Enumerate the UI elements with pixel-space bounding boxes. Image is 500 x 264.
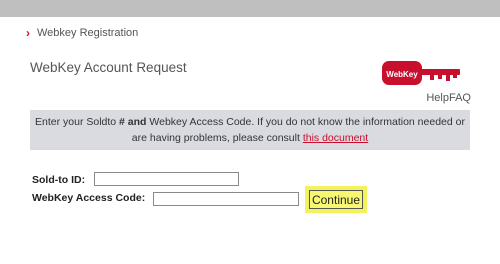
help-faq-links: HelpFAQ: [426, 92, 471, 104]
top-bar: [0, 0, 500, 17]
soldto-input[interactable]: [94, 172, 239, 186]
chevron-right-icon: ›: [26, 26, 30, 40]
breadcrumb: › Webkey Registration: [26, 27, 138, 39]
logo-text: WebKey: [386, 70, 418, 79]
webkey-logo: WebKey: [382, 61, 460, 85]
help-link[interactable]: Help: [426, 92, 449, 104]
soldto-label: Sold-to ID:: [32, 174, 86, 186]
faq-link[interactable]: FAQ: [449, 92, 471, 104]
page-title: WebKey Account Request: [30, 60, 187, 75]
this-document-link[interactable]: this document: [303, 132, 368, 144]
breadcrumb-label[interactable]: Webkey Registration: [37, 27, 138, 39]
access-code-input[interactable]: [153, 192, 299, 206]
access-code-label: WebKey Access Code:: [32, 192, 146, 204]
continue-button[interactable]: Continue: [309, 190, 363, 209]
notice-text-start: Enter your Soldto: [35, 116, 120, 128]
instruction-notice: Enter your Soldto # and Webkey Access Co…: [30, 110, 470, 150]
notice-text-middle: Webkey Access Code. If you do not know t…: [131, 116, 465, 144]
notice-bold: # and: [119, 116, 147, 128]
